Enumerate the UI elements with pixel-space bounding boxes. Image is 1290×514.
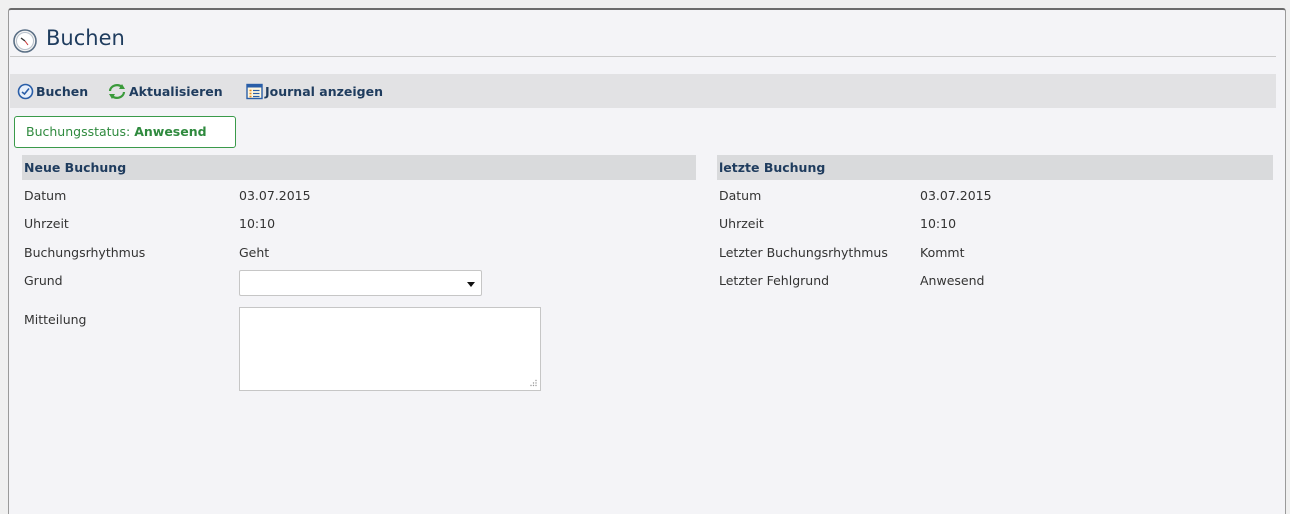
clock-icon (13, 29, 37, 53)
resize-handle-icon[interactable] (529, 379, 537, 387)
journal-list-icon (246, 83, 263, 99)
letzter-fehlgrund-value: Anwesend (920, 273, 985, 288)
letzter-buchungsrhythmus-value: Kommt (920, 245, 965, 260)
buchungsrhythmus-value: Geht (239, 245, 270, 260)
datum-label: Datum (24, 188, 67, 203)
letzter-fehlgrund-label: Letzter Fehlgrund (719, 273, 830, 288)
letzte-datum-value: 03.07.2015 (920, 188, 992, 203)
grund-select[interactable] (239, 270, 482, 296)
refresh-icon (108, 83, 126, 99)
letzte-uhrzeit-label: Uhrzeit (719, 216, 764, 231)
neue-buchung-heading: Neue Buchung (22, 155, 696, 180)
chevron-down-icon (467, 282, 475, 287)
letzte-buchung-heading: letzte Buchung (717, 155, 1273, 180)
buchen-button[interactable]: Buchen (17, 81, 88, 101)
buchen-label: Buchen (36, 83, 89, 99)
status-badge: Buchungsstatus: Anwesend (14, 116, 236, 148)
status-value: Anwesend (134, 124, 207, 139)
mitteilung-textarea[interactable] (239, 307, 541, 391)
journal-anzeigen-button[interactable]: Journal anzeigen (246, 81, 383, 101)
letzte-uhrzeit-value: 10:10 (920, 216, 957, 231)
mitteilung-label: Mitteilung (24, 312, 87, 327)
clock-check-icon (17, 83, 34, 99)
status-label: Buchungsstatus: (26, 124, 131, 139)
grund-label: Grund (24, 273, 63, 288)
aktualisieren-button[interactable]: Aktualisieren (107, 81, 223, 101)
page-header: Buchen (10, 22, 1276, 57)
datum-value: 03.07.2015 (239, 188, 311, 203)
toolbar: Buchen Aktualisieren Journal anzeigen (10, 74, 1276, 108)
journal-anzeigen-label: Journal anzeigen (265, 83, 383, 99)
uhrzeit-label: Uhrzeit (24, 216, 69, 231)
uhrzeit-value: 10:10 (239, 216, 276, 231)
aktualisieren-label: Aktualisieren (129, 83, 223, 99)
page-title: Buchen (46, 26, 125, 50)
letzter-buchungsrhythmus-label: Letzter Buchungsrhythmus (719, 245, 888, 260)
letzte-datum-label: Datum (719, 188, 762, 203)
buchungsrhythmus-label: Buchungsrhythmus (24, 245, 146, 260)
